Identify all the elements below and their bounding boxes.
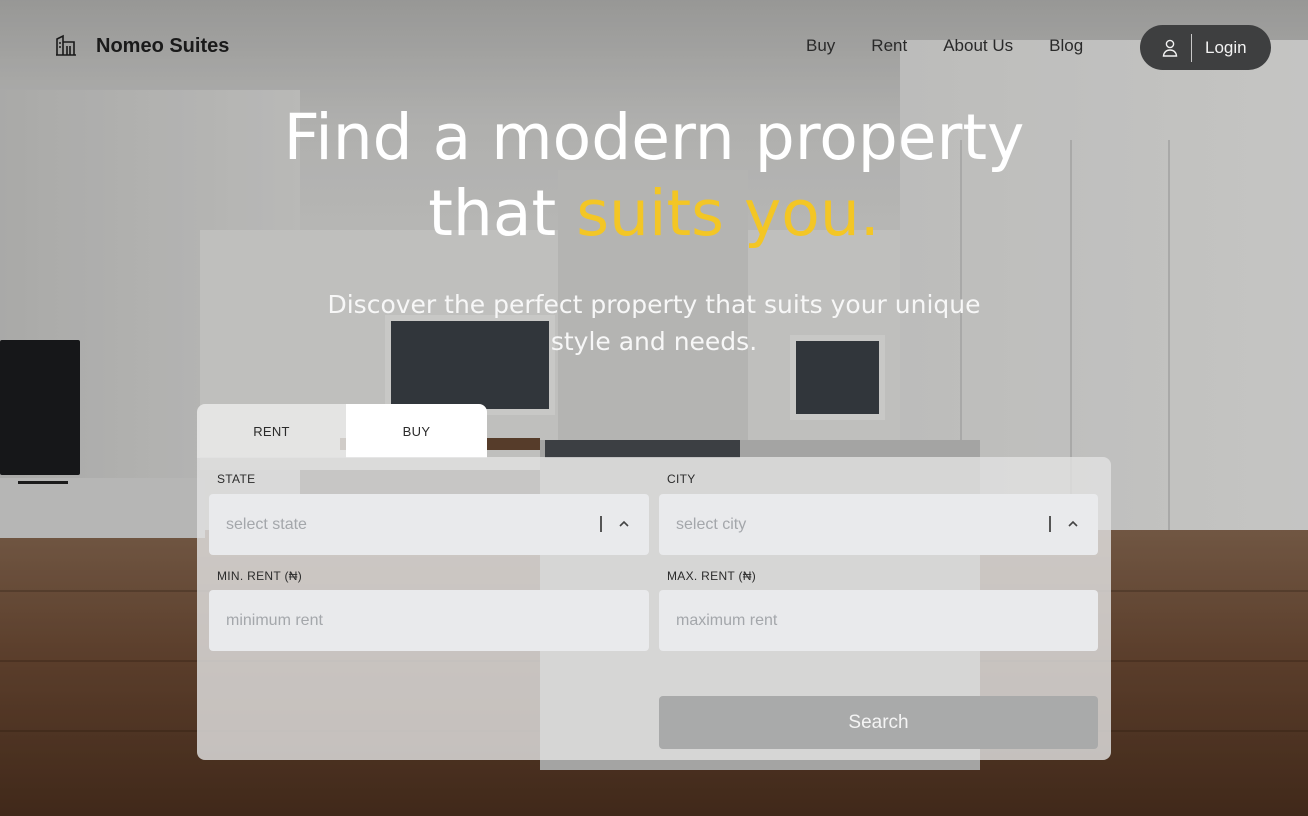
min-rent-input[interactable] (226, 611, 649, 630)
nav-link-buy[interactable]: Buy (806, 36, 835, 56)
chevron-up-icon[interactable] (1065, 516, 1081, 532)
login-divider (1191, 33, 1192, 62)
max-rent-field (659, 590, 1098, 651)
nav-link-about-us[interactable]: About Us (943, 36, 1013, 56)
min-rent-field (209, 590, 649, 651)
state-select-separator (600, 516, 602, 532)
city-placeholder: select city (676, 515, 747, 533)
login-label: Login (1205, 37, 1247, 57)
tab-buy[interactable]: BUY (346, 404, 487, 458)
state-placeholder: select state (226, 515, 307, 533)
site-header: Nomeo Suites Buy Rent About Us Blog Logi… (0, 0, 1308, 96)
nav-link-blog[interactable]: Blog (1049, 36, 1083, 56)
search-tabs: RENT BUY (197, 404, 487, 458)
hero-title: Find a modern property that suits you. (0, 100, 1308, 252)
chevron-up-icon[interactable] (616, 516, 632, 532)
tab-rent[interactable]: RENT (197, 404, 346, 458)
state-select[interactable]: select state (209, 494, 649, 555)
hero-title-line1: Find a modern property (283, 101, 1025, 174)
hero-title-line2-prefix: that (428, 177, 577, 250)
state-label: STATE (217, 472, 256, 486)
login-button[interactable]: Login (1140, 25, 1271, 70)
search-panel: STATE select state CITY select city MIN.… (197, 457, 1111, 760)
city-select[interactable]: select city (659, 494, 1098, 555)
search-button[interactable]: Search (659, 696, 1098, 749)
max-rent-input[interactable] (676, 611, 1098, 630)
brand-name: Nomeo Suites (96, 34, 230, 57)
hero-subtitle: Discover the perfect property that suits… (327, 290, 981, 356)
hero-title-accent: suits you. (576, 177, 880, 250)
main-nav: Buy Rent About Us Blog (806, 36, 1083, 56)
brand[interactable]: Nomeo Suites (54, 34, 229, 58)
city-label: CITY (667, 472, 696, 486)
min-rent-label: MIN. RENT (₦) (217, 569, 303, 583)
user-icon (1162, 39, 1178, 57)
max-rent-label: MAX. RENT (₦) (667, 569, 757, 583)
city-select-separator (1049, 516, 1051, 532)
nav-link-rent[interactable]: Rent (871, 36, 907, 56)
building-icon (56, 34, 76, 56)
